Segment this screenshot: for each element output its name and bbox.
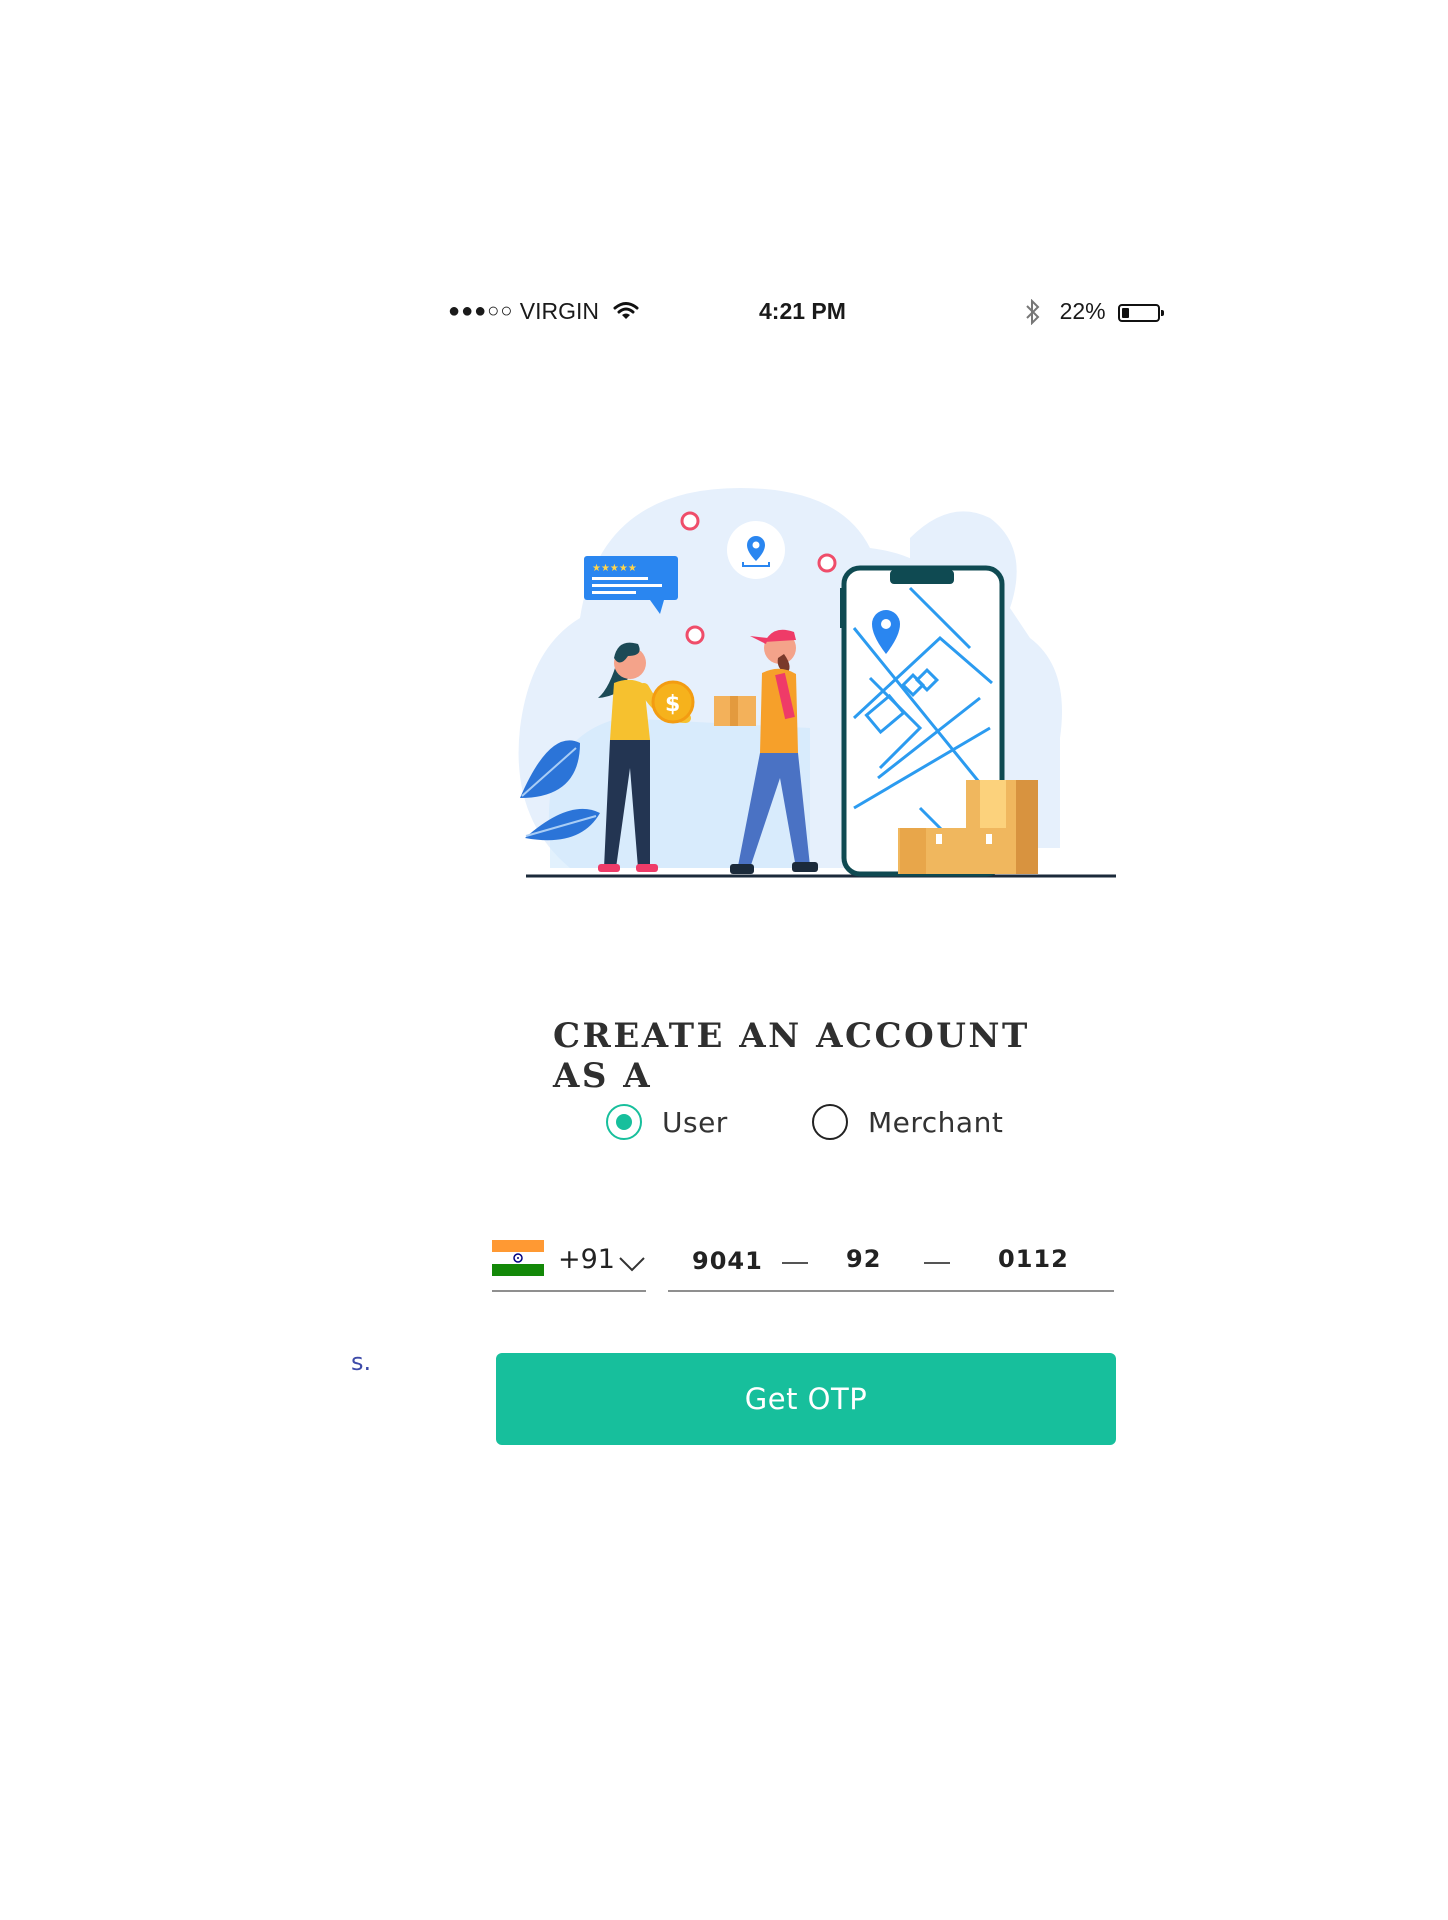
delivery-illustration: ★★★★★ $ [518,488,1116,878]
phone-number-input[interactable]: 9041 92 0112 [668,1230,1114,1292]
radio-user-label: User [662,1105,728,1139]
wifi-icon [613,302,639,319]
signal-carrier: ●●●○○ VIRGIN [448,298,639,325]
battery-icon [1118,304,1164,322]
phone-separator [782,1262,808,1264]
phone-part-2[interactable]: 92 [846,1245,881,1273]
page-title: CREATE AN ACCOUNT AS A [553,1016,1030,1096]
radio-user-indicator[interactable] [606,1104,642,1140]
stray-text: s. [351,1348,372,1376]
battery-area: 22% [1025,298,1164,326]
svg-text:$: $ [665,692,680,717]
radio-merchant[interactable]: Merchant [812,1104,1003,1140]
account-type-radio-group: User Merchant [606,1104,1006,1148]
svg-text:★★★★★: ★★★★★ [592,563,637,574]
phone-separator [924,1262,950,1264]
get-otp-button[interactable]: Get OTP [496,1353,1116,1445]
country-code-selector[interactable]: +91 [492,1230,646,1292]
country-code: +91 [558,1244,615,1275]
radio-merchant-label: Merchant [868,1105,1004,1139]
carrier-name: VIRGIN [519,298,600,324]
phone-part-3[interactable]: 0112 [998,1245,1069,1273]
radio-merchant-indicator[interactable] [812,1104,848,1140]
radio-user[interactable]: User [606,1104,728,1140]
india-flag-icon [492,1240,544,1276]
clock: 4:21 PM [759,298,846,324]
chevron-down-icon[interactable] [618,1256,646,1272]
signal-strength-icon: ●●●○○ [448,300,514,322]
location-pin-icon [727,521,785,579]
battery-percent: 22% [1059,298,1106,324]
status-bar: ●●●○○ VIRGIN 4:21 PM 22% [448,298,1164,332]
bluetooth-icon [1026,298,1040,326]
phone-part-1[interactable]: 9041 [692,1247,763,1275]
